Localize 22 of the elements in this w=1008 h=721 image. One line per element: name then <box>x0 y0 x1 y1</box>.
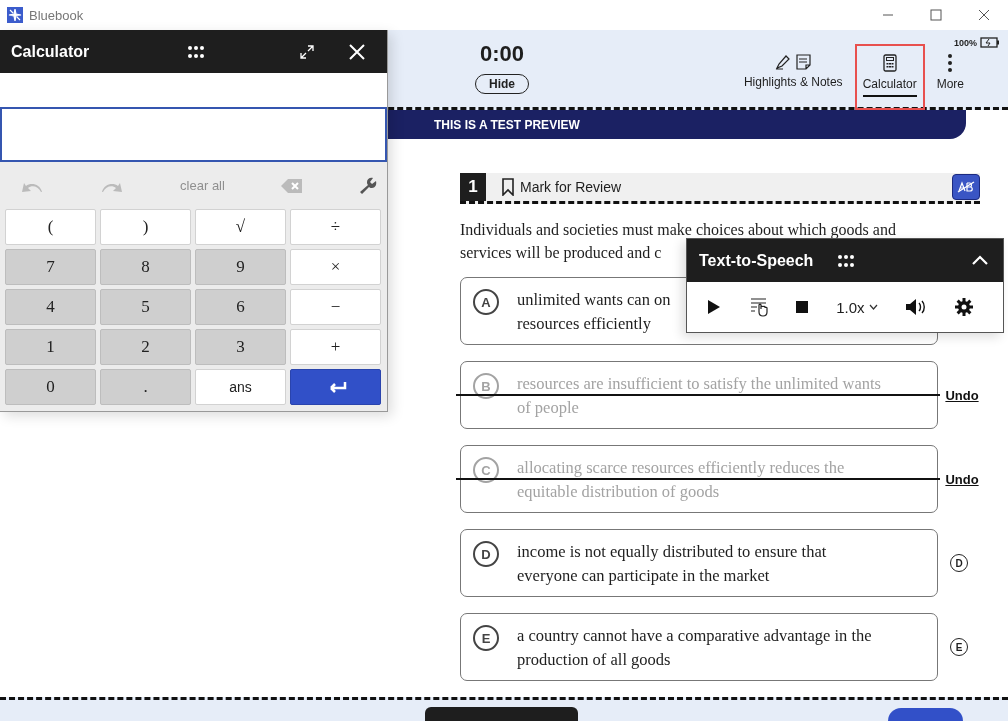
calculator-title: Calculator <box>11 42 91 61</box>
option-text: resources are insufficient to satisfy the unlimited wants <box>517 374 881 394</box>
option-text: equitable distribution of goods <box>517 482 720 502</box>
option-letter: A <box>473 289 499 315</box>
banner-text: THIS IS A TEST PREVIEW <box>434 117 580 132</box>
option-text: production of all goods <box>517 650 671 670</box>
option-text: everyone can participate in the market <box>517 566 770 586</box>
option-text: of people <box>517 398 579 418</box>
option-text: allocating scarce resources efficiently reduces the <box>517 458 845 478</box>
option-text: resources efficiently <box>517 314 651 334</box>
text-to-speech-title: Text-to-Speech <box>699 251 814 270</box>
window-title: Bluebook <box>29 7 84 23</box>
option-letter: E <box>473 625 499 651</box>
timer-text: 0:00 <box>479 41 524 67</box>
option-letter: D <box>473 541 499 567</box>
question-text: Individuals and societies must make choices about which goods and <box>460 220 896 240</box>
battery-level: 100% <box>953 37 977 48</box>
option-text: a country cannot have a comparative advantage in the <box>517 626 872 646</box>
option-text: unlimited wants can on <box>517 290 671 310</box>
question-number: 1 <box>460 173 486 201</box>
question-text: services will be produced and c <box>460 243 662 264</box>
option-text: income is not equally distributed to ensure that <box>517 542 827 562</box>
